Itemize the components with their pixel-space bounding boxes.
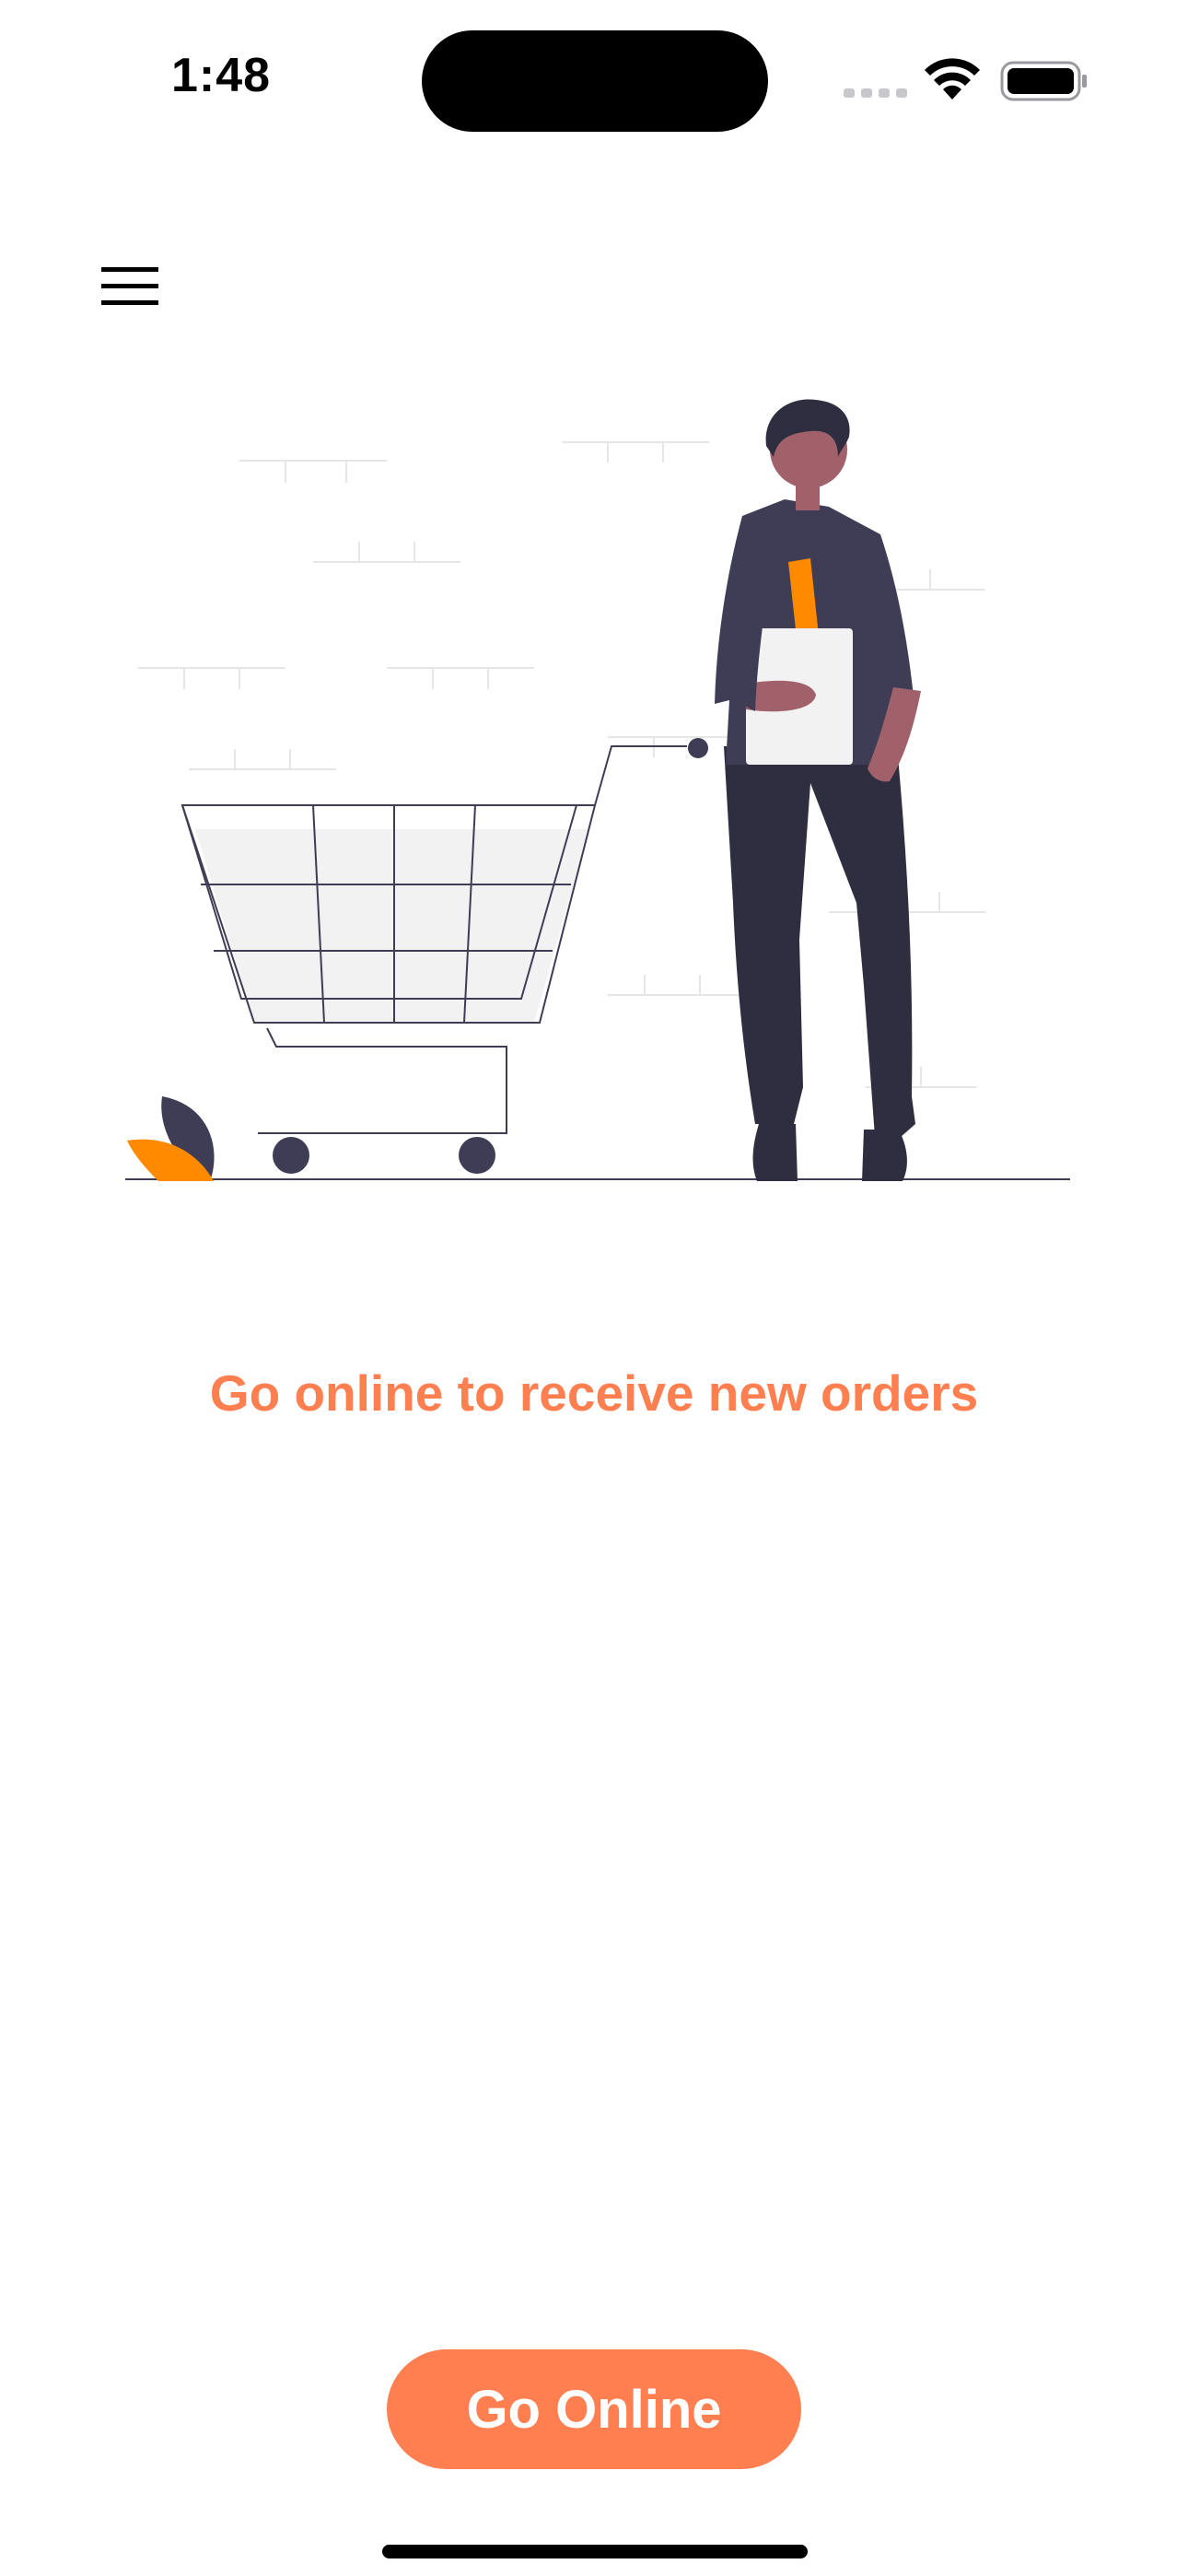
go-online-button[interactable]: Go Online — [387, 2349, 801, 2469]
menu-button[interactable] — [101, 254, 179, 319]
status-time: 1:48 — [171, 49, 272, 102]
cart-handle-knob — [688, 738, 708, 758]
person-figure — [715, 399, 921, 1181]
shopping-cart — [181, 745, 687, 1134]
battery-icon — [1000, 61, 1087, 101]
home-indicator[interactable] — [382, 2545, 808, 2558]
status-bar: 1:48 — [0, 0, 1188, 157]
shopping-cart-person-illustration — [125, 399, 1070, 1181]
online-status-message: Go online to receive new orders — [209, 1364, 979, 1422]
cart-wheel-left — [273, 1137, 309, 1174]
hamburger-menu-icon — [101, 267, 158, 305]
cellular-signal-icon — [844, 88, 907, 98]
wifi-icon — [925, 58, 980, 100]
dynamic-island — [422, 30, 768, 132]
cart-wheel-right — [459, 1137, 495, 1174]
